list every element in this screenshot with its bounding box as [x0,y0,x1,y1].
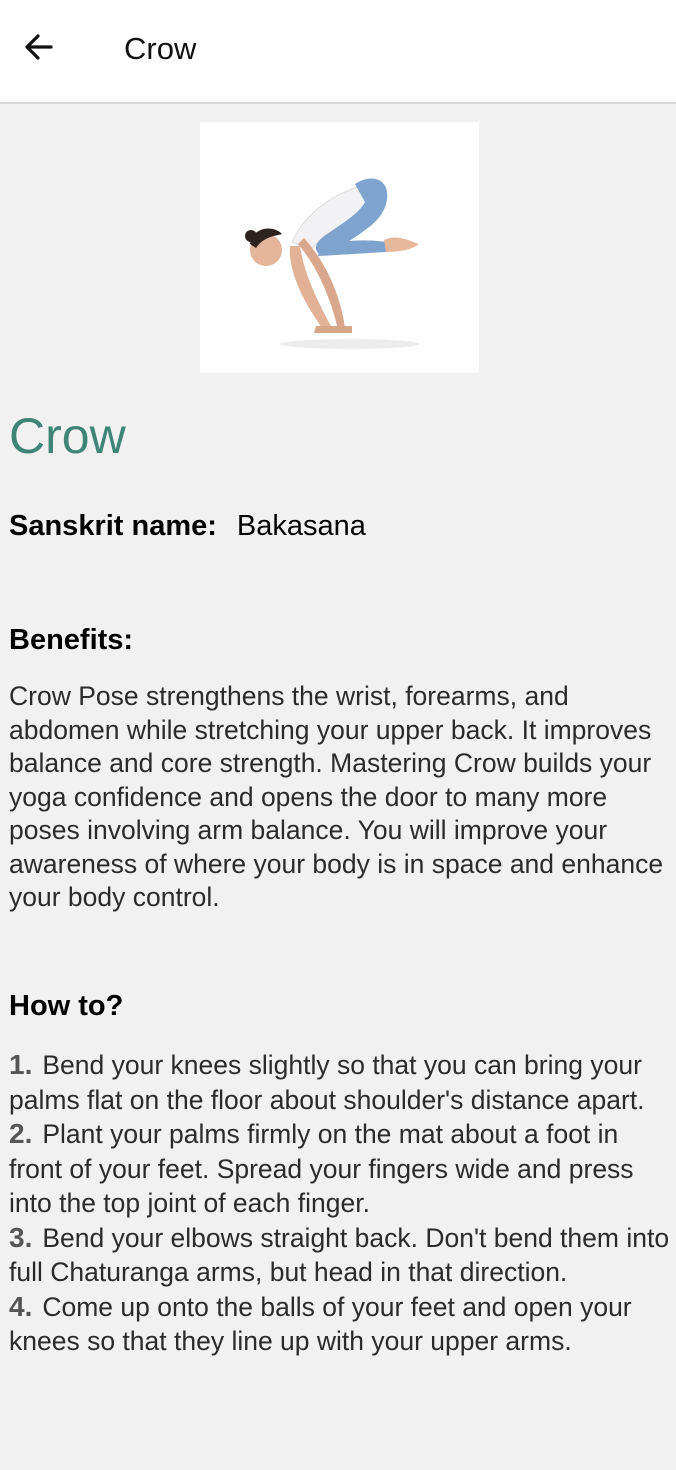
step-item: 2. Plant your palms firmly on the mat abo… [9,1117,673,1221]
back-button[interactable] [14,22,64,72]
app-bar: Crow [0,0,676,104]
how-to-steps: 1. Bend your knees slightly so that you c… [9,1048,673,1359]
pose-image [200,122,479,373]
step-text: Come up onto the balls of your feet and … [9,1291,632,1357]
benefits-text: Crow Pose strengthens the wrist, forearm… [9,681,664,912]
sanskrit-label: Sanskrit name: [9,510,217,542]
step-number: 1. [9,1049,33,1080]
step-text: Bend your elbows straight back. Don't be… [9,1222,670,1288]
step-number: 3. [9,1221,33,1253]
sanskrit-value: Bakasana [236,510,366,542]
how-to-heading: How to? [9,990,124,1022]
step-text: Plant your palms firmly on the mat about… [9,1119,634,1218]
step-number: 2. [9,1118,33,1149]
step-item: 1. Bend your knees slightly so that you c… [9,1048,673,1117]
arrow-left-icon [25,34,53,60]
benefits-heading: Benefits: [9,624,134,656]
step-number: 4. [9,1290,33,1322]
yoga-crow-pose-photo [245,178,420,349]
pose-title: Crow [9,408,126,464]
step-item: 4. Come up onto the balls of your feet an… [9,1290,673,1359]
sanskrit-name-row: Sanskrit name: Bakasana [9,508,366,544]
step-text: Bend your knees slightly so that you can… [9,1050,645,1115]
app-bar-title: Crow [124,31,197,66]
step-item: 3. Bend your elbows straight back. Don't … [9,1221,673,1290]
